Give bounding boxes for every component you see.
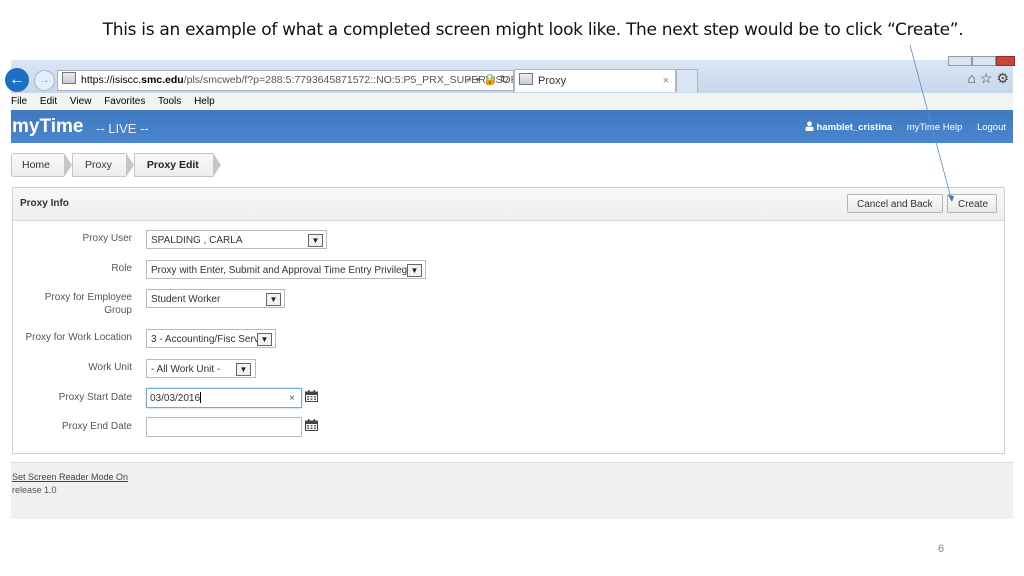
work-unit-select[interactable]: - All Work Unit - ▼	[146, 359, 256, 378]
forward-button[interactable]: →	[34, 70, 55, 91]
role-select[interactable]: Proxy with Enter, Submit and Approval Ti…	[146, 260, 426, 279]
breadcrumb-separator	[212, 153, 221, 177]
work-unit-value: - All Work Unit -	[151, 364, 221, 375]
chevron-down-icon[interactable]: ▼	[407, 264, 422, 277]
home-favorites-settings-icons[interactable]: ⌂☆⚙	[967, 70, 1013, 87]
work-location-select[interactable]: 3 - Accounting/Fisc Serv ▼	[146, 329, 276, 348]
employee-group-value: Student Worker	[151, 294, 221, 305]
cancel-and-back-button[interactable]: Cancel and Back	[847, 194, 943, 213]
breadcrumb-proxy-edit: Proxy Edit	[133, 153, 213, 177]
browser-window: ← → https://isiscc.smc.edu/pls/smcweb/f?…	[5, 56, 1015, 519]
role-value: Proxy with Enter, Submit and Approval Ti…	[151, 265, 413, 276]
employee-group-label: Proxy for Employee Group	[45, 291, 132, 317]
menu-view[interactable]: View	[70, 96, 92, 107]
close-tab-icon[interactable]: ×	[663, 70, 669, 92]
back-button[interactable]: ←	[5, 68, 29, 92]
start-date-value: 03/03/2016	[150, 393, 201, 404]
url-protocol: https://	[81, 74, 113, 86]
work-location-label: Proxy for Work Location	[25, 332, 132, 343]
employee-group-label-line1: Proxy for Employee	[44, 292, 132, 303]
help-link[interactable]: myTime Help	[907, 122, 963, 133]
app-header: myTime -- LIVE -- hamblet_cristina myTim…	[11, 110, 1013, 143]
menu-file[interactable]: File	[11, 96, 27, 107]
breadcrumb-home[interactable]: Home	[11, 153, 65, 177]
menu-bar: File Edit View Favorites Tools Help	[11, 93, 1013, 110]
user-icon	[805, 121, 814, 131]
chevron-down-icon[interactable]: ▼	[308, 234, 323, 247]
page-icon	[62, 72, 76, 84]
new-tab-button[interactable]	[676, 69, 698, 92]
minimize-button[interactable]	[948, 56, 972, 66]
address-bar-icons[interactable]: ⌕ ▾ 🔒 ↻	[466, 71, 509, 90]
work-location-value: 3 - Accounting/Fisc Serv	[151, 334, 259, 345]
menu-help[interactable]: Help	[194, 96, 215, 107]
start-date-input[interactable]: 03/03/2016 ×	[146, 388, 302, 408]
breadcrumb: Home Proxy Proxy Edit	[11, 153, 221, 177]
end-date-input[interactable]	[146, 417, 302, 437]
create-button[interactable]: Create	[947, 194, 998, 213]
end-date-label: Proxy End Date	[61, 421, 132, 432]
logout-link[interactable]: Logout	[977, 122, 1006, 133]
tab-title: Proxy	[538, 75, 567, 87]
page-footer: Set Screen Reader Mode On release 1.0	[11, 462, 1013, 519]
slide-number: 6	[938, 543, 945, 555]
user-bar: hamblet_cristina myTime Help Logout	[805, 121, 1006, 133]
region-header: Proxy Info Cancel and Back Create	[13, 188, 1004, 221]
close-window-button[interactable]	[996, 56, 1015, 66]
calendar-icon[interactable]	[305, 419, 318, 431]
menu-favorites[interactable]: Favorites	[104, 96, 145, 107]
start-date-label: Proxy Start Date	[58, 392, 132, 403]
proxy-user-value: SPALDING , CARLA	[151, 235, 243, 246]
calendar-icon[interactable]	[305, 390, 318, 402]
screen-reader-mode-link[interactable]: Set Screen Reader Mode On	[12, 472, 128, 482]
text-caret	[200, 392, 202, 403]
breadcrumb-separator	[125, 153, 134, 177]
breadcrumb-proxy[interactable]: Proxy	[72, 153, 126, 177]
url-path: /pls/smcweb/f?p=288:5:7793645871572::NO:…	[183, 74, 514, 86]
url-host: isiscc.	[112, 74, 142, 86]
chevron-down-icon[interactable]: ▼	[266, 293, 281, 306]
breadcrumb-separator	[64, 153, 73, 177]
employee-group-label-line2: Group	[104, 305, 132, 316]
employee-group-select[interactable]: Student Worker ▼	[146, 289, 285, 308]
chevron-down-icon[interactable]: ▼	[257, 333, 272, 346]
role-label: Role	[111, 263, 132, 274]
url-domain: smc.edu	[141, 74, 184, 86]
proxy-user-label: Proxy User	[82, 233, 132, 244]
release-label: release 1.0	[12, 485, 57, 495]
slide-caption: This is an example of what a completed s…	[102, 20, 964, 40]
page-icon	[519, 73, 533, 85]
tab-proxy[interactable]: Proxy ×	[514, 69, 676, 92]
region-title: Proxy Info	[20, 198, 69, 209]
environment-label: -- LIVE --	[96, 121, 149, 136]
maximize-button[interactable]	[972, 56, 996, 66]
menu-tools[interactable]: Tools	[158, 96, 181, 107]
chevron-down-icon[interactable]: ▼	[236, 363, 251, 376]
work-unit-label: Work Unit	[88, 362, 132, 373]
menu-edit[interactable]: Edit	[40, 96, 57, 107]
address-bar[interactable]: https://isiscc.smc.edu/pls/smcweb/f?p=28…	[57, 70, 514, 91]
app-logo[interactable]: myTime	[12, 116, 83, 138]
proxy-user-select[interactable]: SPALDING , CARLA ▼	[146, 230, 327, 249]
username: hamblet_cristina	[816, 122, 893, 133]
proxy-info-region: Proxy Info Cancel and Back Create Proxy …	[12, 187, 1005, 454]
browser-chrome: ← → https://isiscc.smc.edu/pls/smcweb/f?…	[5, 56, 1015, 93]
clear-icon[interactable]: ×	[289, 389, 295, 409]
